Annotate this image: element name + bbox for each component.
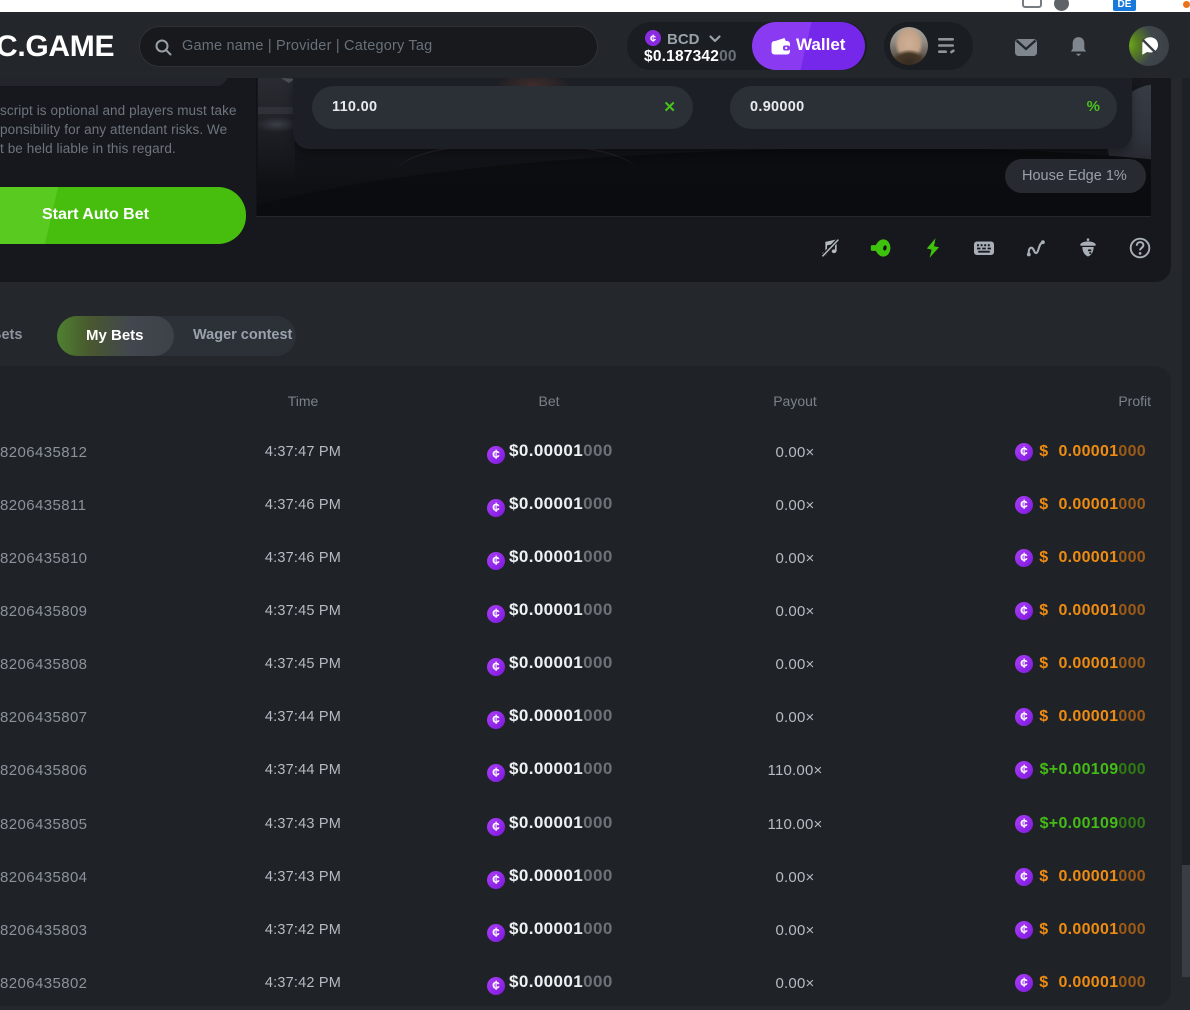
svg-text:¢: ¢ [650, 33, 656, 45]
